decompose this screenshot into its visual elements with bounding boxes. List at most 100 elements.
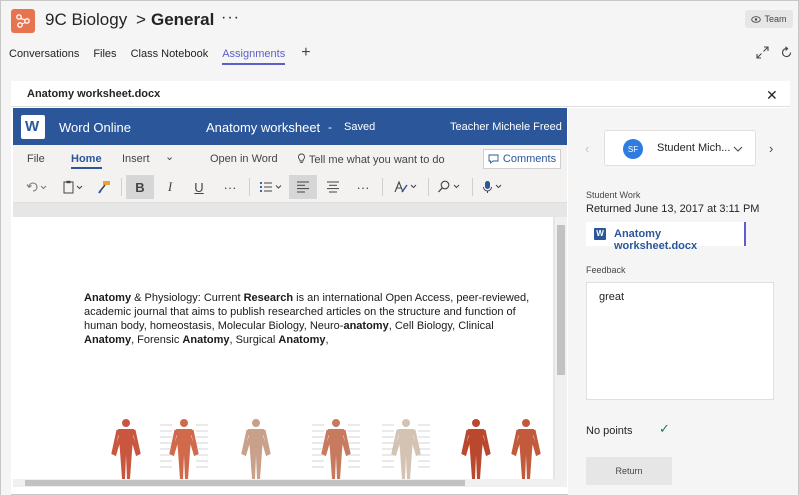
refresh-icon[interactable]	[780, 46, 793, 59]
team-button-label: Team	[764, 14, 787, 24]
panel-frame-right	[790, 67, 798, 495]
find-icon	[438, 180, 460, 193]
team-button[interactable]: Team	[745, 10, 793, 28]
comments-button[interactable]: Comments	[483, 149, 561, 169]
breadcrumb-separator: >	[136, 10, 146, 29]
grading-pane: ‹ SF Student Mich... › Student Work Retu…	[568, 108, 790, 495]
expand-icon[interactable]	[756, 46, 769, 59]
document-text-run: Anatomy	[84, 292, 132, 304]
ribbon-tab-home[interactable]: Home	[71, 153, 102, 169]
paste-icon	[63, 180, 83, 194]
horizontal-scrollbar[interactable]	[13, 479, 567, 487]
anatomy-figure	[111, 419, 141, 479]
ribbon-tab-insert[interactable]: Insert	[122, 153, 150, 165]
team-name[interactable]: 9C Biology	[45, 10, 127, 30]
find-button[interactable]	[434, 175, 468, 199]
points-value[interactable]: No points	[586, 425, 632, 437]
close-icon[interactable]: ✕	[766, 87, 778, 104]
italic-button[interactable]: I	[158, 175, 182, 199]
bold-button[interactable]: B	[126, 175, 154, 199]
tell-me-search[interactable]: Tell me what you want to do	[297, 153, 445, 166]
styles-icon	[394, 180, 417, 193]
word-file-icon: W	[594, 228, 606, 240]
format-painter-button[interactable]	[93, 175, 115, 199]
document-page[interactable]: Anatomy & Physiology: Current Research i…	[13, 217, 553, 479]
tab-class-notebook[interactable]: Class Notebook	[131, 47, 209, 65]
panel-title-bar: Anatomy worksheet.docx ✕	[11, 81, 790, 107]
more-paragraph-options-button[interactable]: ···	[350, 175, 376, 199]
anatomy-figure	[241, 419, 271, 479]
anatomy-figure	[382, 419, 430, 479]
chevron-right-icon[interactable]: ›	[769, 141, 773, 156]
panel-title: Anatomy worksheet.docx	[27, 88, 161, 100]
student-selector[interactable]: SF Student Mich...	[604, 130, 756, 166]
check-icon: ✓	[659, 421, 670, 436]
word-ribbon: File Home Insert ⌄ Open in Word Tell me …	[13, 145, 567, 203]
align-left-icon	[297, 181, 309, 193]
comment-icon	[488, 154, 499, 164]
horizontal-scrollbar-thumb[interactable]	[25, 480, 465, 486]
anatomy-figure	[461, 419, 491, 479]
document-text-run: , Cell Biology, Clinical	[388, 320, 494, 332]
align-left-button[interactable]	[289, 175, 317, 199]
attached-file[interactable]: W Anatomy worksheet.docx	[586, 222, 746, 252]
document-canvas[interactable]: Anatomy & Physiology: Current Research i…	[13, 203, 567, 487]
eye-icon	[751, 15, 762, 23]
toolbar-separator	[472, 178, 473, 196]
word-app-name[interactable]: Word Online	[59, 120, 131, 135]
dictate-button[interactable]	[479, 175, 509, 199]
vertical-scrollbar[interactable]	[555, 217, 567, 479]
teams-header: 9C Biology > General ··· Team Conversati…	[1, 1, 798, 67]
toolbar-separator	[121, 178, 122, 196]
ribbon-tab-file[interactable]: File	[27, 153, 45, 165]
title-separator: -	[328, 120, 332, 134]
undo-icon	[26, 182, 47, 192]
vertical-scrollbar-thumb[interactable]	[557, 225, 565, 375]
word-online-bar: W Word Online Anatomy worksheet - Saved …	[13, 108, 567, 145]
document-text-run: ,	[325, 334, 329, 346]
bullets-button[interactable]	[256, 175, 288, 199]
document-title[interactable]: Anatomy worksheet	[206, 120, 320, 135]
undo-button[interactable]	[23, 175, 51, 199]
open-in-word-button[interactable]: Open in Word	[210, 153, 278, 165]
student-work-label: Student Work	[586, 190, 641, 200]
channel-name[interactable]: General	[151, 10, 214, 30]
feedback-textarea[interactable]: great	[586, 282, 774, 400]
document-text-run: , Surgical	[229, 334, 279, 346]
anatomy-illustrations-image	[111, 419, 541, 479]
document-text-run: Research	[243, 292, 294, 304]
tab-conversations[interactable]: Conversations	[9, 47, 79, 65]
underline-button[interactable]: U	[187, 175, 211, 199]
chevron-left-icon[interactable]: ‹	[585, 141, 589, 156]
avatar: SF	[623, 139, 643, 159]
document-text-run: , Forensic	[131, 334, 183, 346]
student-name: Student Mich...	[657, 142, 731, 154]
align-center-button[interactable]	[320, 175, 346, 199]
more-options-button[interactable]: ···	[221, 9, 240, 27]
toolbar-separator	[249, 178, 250, 196]
anatomy-figure	[160, 419, 208, 479]
toolbar-separator	[428, 178, 429, 196]
word-logo-icon[interactable]: W	[21, 115, 45, 139]
tab-assignments[interactable]: Assignments	[222, 47, 286, 65]
more-font-options-button[interactable]: ···	[217, 175, 243, 199]
align-center-icon	[327, 181, 339, 193]
dictate-icon	[483, 181, 502, 193]
panel-frame-top	[1, 67, 798, 81]
anatomy-figure	[511, 419, 541, 479]
document-body-text[interactable]: Anatomy & Physiology: Current Research i…	[84, 291, 544, 347]
paste-button[interactable]	[59, 175, 89, 199]
signed-in-user[interactable]: Teacher Michele Freed	[450, 121, 562, 133]
team-logo-icon[interactable]	[11, 9, 35, 33]
document-text-run: Anatomy	[84, 334, 132, 346]
return-button[interactable]: Return	[586, 457, 672, 485]
attached-file-name: Anatomy worksheet.docx	[614, 228, 698, 252]
panel-frame-left	[1, 67, 11, 495]
tab-files[interactable]: Files	[93, 47, 116, 65]
styles-button[interactable]	[390, 175, 424, 199]
chevron-down-icon	[733, 146, 743, 152]
comments-label: Comments	[502, 153, 557, 165]
ribbon-tabs-more-chevron-icon[interactable]: ⌄	[165, 150, 174, 163]
add-tab-button[interactable]: +	[301, 45, 310, 67]
word-logo-letter: W	[25, 118, 40, 135]
